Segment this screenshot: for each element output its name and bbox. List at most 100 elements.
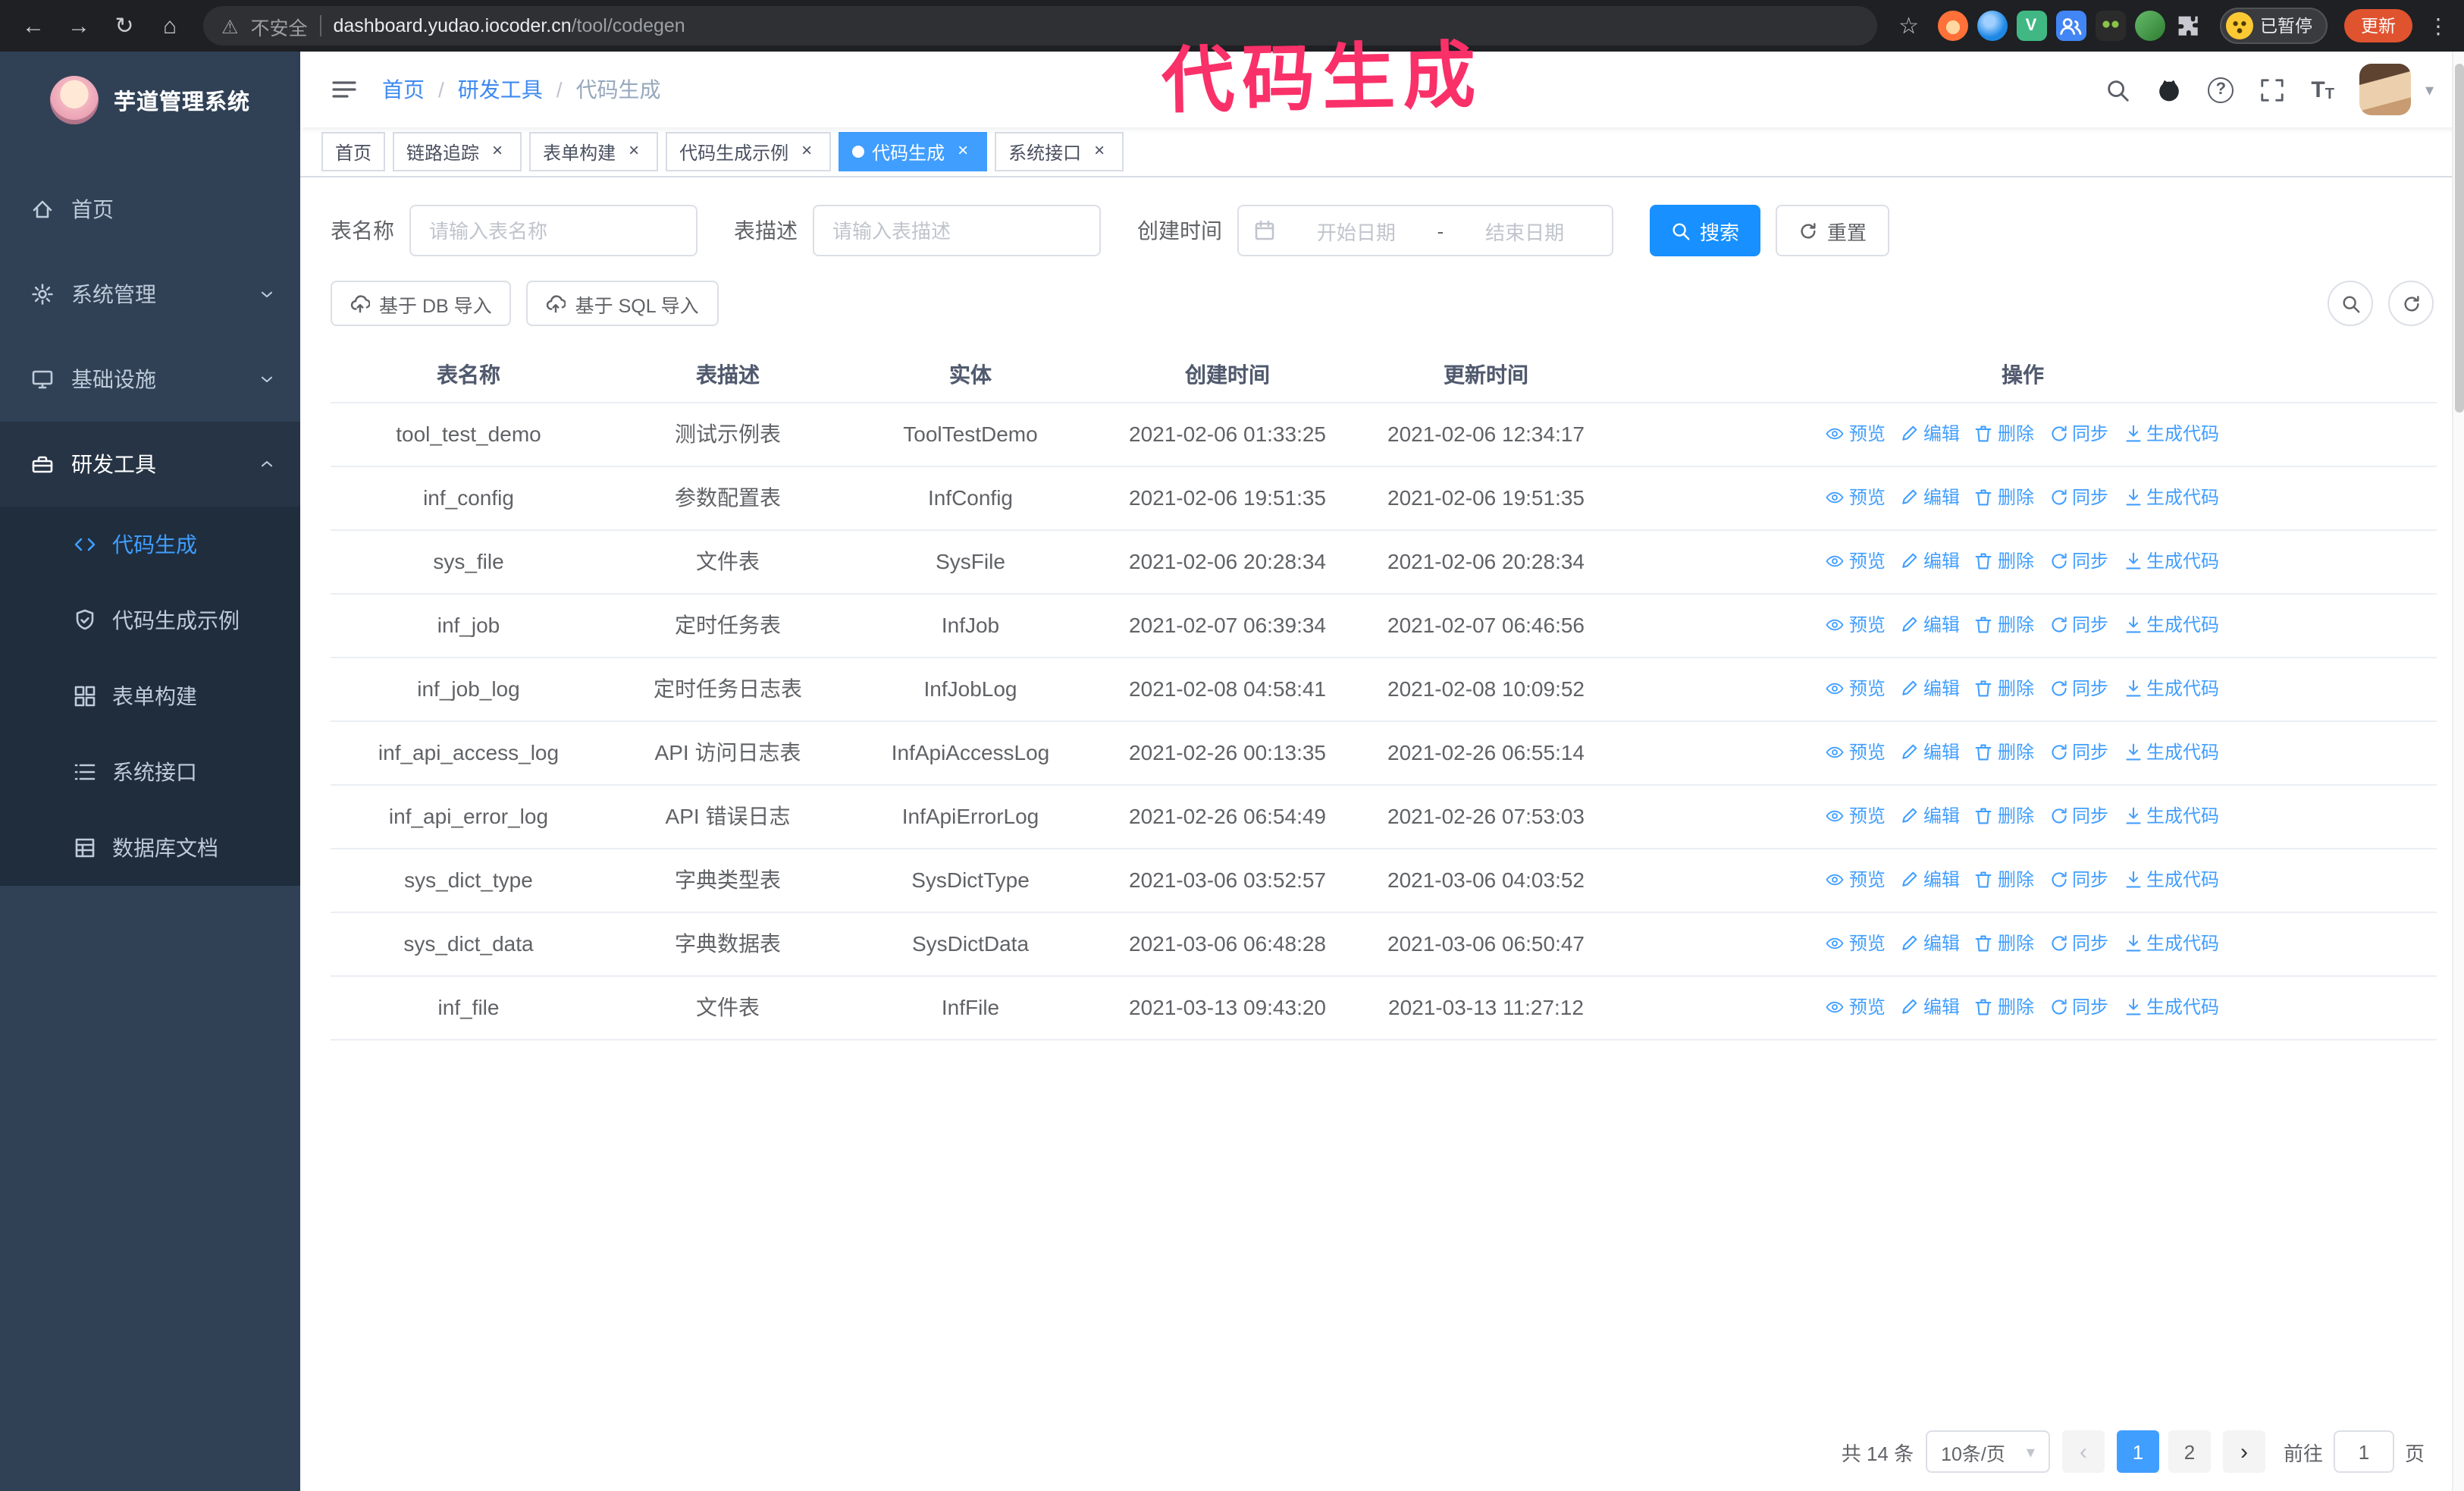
page-2-button[interactable]: 2 [2168, 1430, 2211, 1473]
reset-button[interactable]: 重置 [1776, 205, 1890, 256]
bookmark-star-icon[interactable]: ☆ [1898, 12, 1919, 39]
edit-link[interactable]: 编辑 [1901, 799, 1960, 833]
sidebar-item-infrastructure[interactable]: 基础设施 [0, 337, 300, 422]
sidebar-subitem-system-api[interactable]: 系统接口 [0, 734, 300, 810]
github-icon[interactable] [2156, 77, 2182, 102]
page-scrollbar[interactable] [2452, 52, 2464, 1491]
avatar-caret-icon[interactable]: ▾ [2425, 80, 2434, 99]
sync-link[interactable]: 同步 [2049, 416, 2108, 451]
delete-link[interactable]: 删除 [1975, 862, 2034, 897]
tab[interactable]: 代码生成示例 × [666, 132, 832, 171]
delete-link[interactable]: 删除 [1975, 607, 2034, 642]
font-size-icon[interactable]: TT [2311, 77, 2334, 102]
tab[interactable]: 链路追踪 × [393, 132, 522, 171]
edit-link[interactable]: 编辑 [1901, 671, 1960, 706]
user-avatar[interactable] [2359, 64, 2412, 115]
table-desc-input[interactable] [813, 205, 1101, 256]
edit-link[interactable]: 编辑 [1901, 862, 1960, 897]
import-sql-button[interactable]: 基于 SQL 导入 [526, 281, 719, 326]
tab[interactable]: 首页 [321, 132, 386, 171]
logo-row[interactable]: 芋道管理系统 [0, 52, 300, 149]
sync-link[interactable]: 同步 [2049, 671, 2108, 706]
vue-devtools-extension-icon[interactable]: V [2016, 11, 2046, 41]
generate-code-link[interactable]: 生成代码 [2124, 990, 2219, 1025]
sync-link[interactable]: 同步 [2049, 735, 2108, 770]
edit-link[interactable]: 编辑 [1901, 607, 1960, 642]
edit-link[interactable]: 编辑 [1901, 735, 1960, 770]
sidebar-subitem-code-generation[interactable]: 代码生成 [0, 507, 300, 582]
tab[interactable]: 表单构建 × [529, 132, 659, 171]
preview-link[interactable]: 预览 [1826, 544, 1886, 579]
hamburger-icon[interactable] [331, 76, 358, 103]
refresh-table-button[interactable] [2388, 281, 2434, 326]
browser-forward-button[interactable]: → [61, 8, 97, 44]
breadcrumb-home[interactable]: 首页 [382, 74, 425, 105]
generate-code-link[interactable]: 生成代码 [2124, 480, 2219, 515]
delete-link[interactable]: 删除 [1975, 990, 2034, 1025]
delete-link[interactable]: 删除 [1975, 480, 2034, 515]
address-bar[interactable]: ⚠ 不安全 dashboard.yudao.iocoder.cn/tool/co… [203, 6, 1878, 46]
next-page-button[interactable]: › [2222, 1430, 2265, 1473]
edit-link[interactable]: 编辑 [1901, 416, 1960, 451]
preview-link[interactable]: 预览 [1826, 416, 1886, 451]
browser-menu-kebab-icon[interactable]: ⋮ [2428, 13, 2449, 39]
generate-code-link[interactable]: 生成代码 [2124, 544, 2219, 579]
monkey-extension-icon[interactable] [2095, 11, 2125, 41]
page-size-select[interactable]: 10条/页 ▾ [1926, 1430, 2050, 1473]
preview-link[interactable]: 预览 [1826, 480, 1886, 515]
edit-link[interactable]: 编辑 [1901, 480, 1960, 515]
delete-link[interactable]: 删除 [1975, 416, 2034, 451]
page-1-button[interactable]: 1 [2116, 1430, 2159, 1473]
profile-sync-paused-chip[interactable]: 已暂停 [2219, 8, 2328, 44]
preview-link[interactable]: 预览 [1826, 607, 1886, 642]
search-icon[interactable] [2105, 77, 2130, 102]
preview-link[interactable]: 预览 [1826, 990, 1886, 1025]
question-icon[interactable]: ? [2208, 77, 2234, 102]
tab-close-icon[interactable]: × [1089, 140, 1110, 162]
preview-link[interactable]: 预览 [1826, 671, 1886, 706]
search-button[interactable]: 搜索 [1650, 205, 1761, 256]
sidebar-subitem-codegen-example[interactable]: 代码生成示例 [0, 582, 300, 658]
leaf-extension-icon[interactable] [2134, 11, 2165, 41]
sync-link[interactable]: 同步 [2049, 862, 2108, 897]
sync-link[interactable]: 同步 [2049, 990, 2108, 1025]
preview-link[interactable]: 预览 [1826, 799, 1886, 833]
sidebar-item-system-management[interactable]: 系统管理 [0, 252, 300, 337]
puzzle-extensions-menu-icon[interactable] [2174, 11, 2204, 41]
contacts-extension-icon[interactable] [2055, 11, 2086, 41]
fox-extension-icon[interactable] [1937, 11, 1967, 41]
date-start-placeholder[interactable]: 开始日期 [1284, 216, 1428, 245]
tab-close-icon[interactable]: × [623, 140, 644, 162]
edit-link[interactable]: 编辑 [1901, 544, 1960, 579]
generate-code-link[interactable]: 生成代码 [2124, 416, 2219, 451]
sidebar-subitem-db-doc[interactable]: 数据库文档 [0, 810, 300, 886]
delete-link[interactable]: 删除 [1975, 799, 2034, 833]
generate-code-link[interactable]: 生成代码 [2124, 735, 2219, 770]
edit-link[interactable]: 编辑 [1901, 926, 1960, 961]
breadcrumb-dev-tools[interactable]: 研发工具 [458, 74, 543, 105]
sync-link[interactable]: 同步 [2049, 926, 2108, 961]
generate-code-link[interactable]: 生成代码 [2124, 862, 2219, 897]
sync-link[interactable]: 同步 [2049, 607, 2108, 642]
fullscreen-icon[interactable] [2259, 77, 2285, 102]
generate-code-link[interactable]: 生成代码 [2124, 671, 2219, 706]
sync-link[interactable]: 同步 [2049, 480, 2108, 515]
sidebar-item-dev-tools[interactable]: 研发工具 [0, 422, 300, 507]
preview-link[interactable]: 预览 [1826, 926, 1886, 961]
edit-link[interactable]: 编辑 [1901, 990, 1960, 1025]
browser-reload-button[interactable]: ↻ [106, 8, 143, 44]
sidebar-subitem-form-builder[interactable]: 表单构建 [0, 658, 300, 734]
tab-close-icon[interactable]: × [796, 140, 817, 162]
generate-code-link[interactable]: 生成代码 [2124, 926, 2219, 961]
date-end-placeholder[interactable]: 结束日期 [1453, 216, 1597, 245]
delete-link[interactable]: 删除 [1975, 926, 2034, 961]
delete-link[interactable]: 删除 [1975, 735, 2034, 770]
toggle-search-button[interactable] [2328, 281, 2373, 326]
generate-code-link[interactable]: 生成代码 [2124, 607, 2219, 642]
goto-page-input[interactable] [2333, 1430, 2394, 1473]
prev-page-button[interactable]: ‹ [2061, 1430, 2105, 1473]
tab[interactable]: 代码生成 × [839, 132, 988, 171]
sync-link[interactable]: 同步 [2049, 799, 2108, 833]
delete-link[interactable]: 删除 [1975, 544, 2034, 579]
sidebar-item-home[interactable]: 首页 [0, 167, 300, 252]
